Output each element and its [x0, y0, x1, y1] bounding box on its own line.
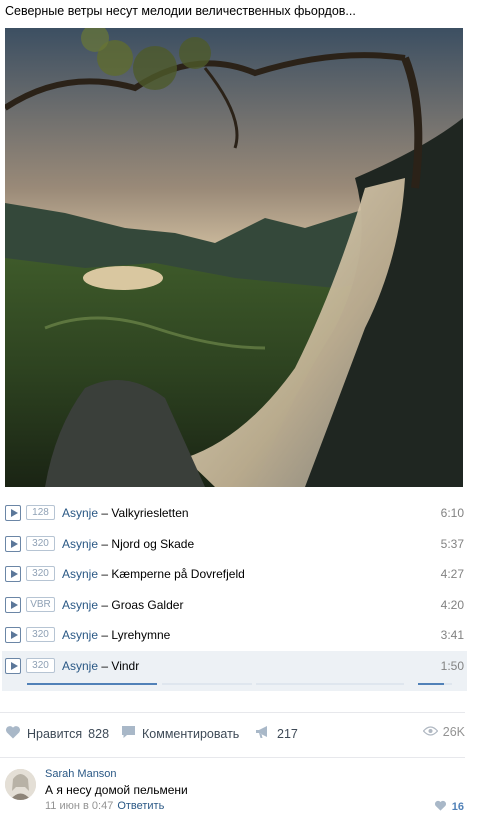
divider: [0, 757, 465, 758]
separator: –: [101, 506, 109, 520]
track-row[interactable]: VBR Asynje – Groas Galder 4:20: [0, 590, 485, 621]
track-row[interactable]: 320 Asynje – Njord og Skade 5:37: [0, 529, 485, 560]
track-duration: 4:27: [440, 567, 464, 581]
comment-date[interactable]: 11 июн в 0:47: [45, 800, 113, 812]
track-title[interactable]: Asynje – Lyrehymne: [62, 628, 170, 642]
quality-badge: 320: [26, 535, 55, 551]
play-icon[interactable]: [5, 657, 21, 674]
audio-playlist: 128 Asynje – Valkyriesletten 6:10 320 As…: [0, 498, 485, 691]
play-icon[interactable]: [5, 627, 21, 643]
playback-remaining[interactable]: [256, 682, 404, 685]
quality-badge: 320: [26, 566, 55, 581]
share-button[interactable]: 217: [255, 725, 298, 742]
comment-text: А я несу домой пельмени: [45, 783, 188, 797]
landscape-image: [5, 28, 463, 487]
volume-slider[interactable]: [418, 682, 444, 685]
track-title[interactable]: Asynje – Valkyriesletten: [62, 506, 189, 520]
track-artist[interactable]: Asynje: [62, 567, 98, 581]
post-photo[interactable]: [5, 28, 463, 487]
separator: –: [101, 628, 109, 642]
track-duration: 5:37: [440, 536, 464, 551]
divider: [0, 712, 465, 713]
comment-like-button[interactable]: 16: [429, 800, 464, 814]
comment: Sarah Manson А я несу домой пельмени 11 …: [0, 764, 485, 820]
playback-progress[interactable]: [27, 682, 157, 685]
track-name[interactable]: Lyrehymne: [111, 628, 170, 642]
like-button[interactable]: Нравится 828: [5, 725, 109, 742]
track-row[interactable]: 320 Asynje – Lyrehymne 3:41: [0, 620, 485, 651]
views-counter: 26K: [422, 725, 465, 739]
playback-buffer[interactable]: [162, 682, 252, 685]
track-row[interactable]: 320 Asynje – Kæmperne på Dovrefjeld 4:27: [0, 559, 485, 590]
play-icon[interactable]: [5, 596, 21, 613]
play-icon[interactable]: [5, 566, 21, 582]
track-name[interactable]: Kæmperne på Dovrefjeld: [111, 567, 244, 581]
heart-icon: [434, 800, 447, 814]
track-duration: 6:10: [440, 506, 464, 520]
track-title[interactable]: Asynje – Groas Galder: [62, 598, 183, 612]
avatar[interactable]: [5, 769, 36, 800]
quality-badge: 320: [26, 627, 55, 642]
track-artist[interactable]: Asynje: [62, 506, 98, 520]
track-artist[interactable]: Asynje: [62, 537, 98, 551]
play-icon[interactable]: [5, 505, 21, 521]
post-actions: Нравится 828 Комментировать 217 26K: [0, 722, 485, 746]
comment-like-count: 16: [451, 801, 464, 813]
comment-meta: 11 июн в 0:47 Ответить: [45, 800, 164, 812]
track-artist[interactable]: Asynje: [62, 598, 98, 612]
eye-icon: [422, 725, 439, 739]
track-name[interactable]: Vindr: [111, 659, 139, 673]
track-artist[interactable]: Asynje: [62, 628, 98, 642]
like-label: Нравится: [27, 726, 83, 741]
track-name[interactable]: Valkyriesletten: [111, 506, 188, 520]
track-duration: 1:50: [440, 658, 464, 673]
comment-author[interactable]: Sarah Manson: [45, 768, 117, 780]
track-title[interactable]: Asynje – Njord og Skade: [62, 537, 194, 551]
quality-badge: 128: [26, 505, 55, 520]
separator: –: [101, 567, 109, 581]
track-artist[interactable]: Asynje: [62, 659, 98, 673]
post-text: Северные ветры несут мелодии величествен…: [5, 4, 356, 18]
separator: –: [101, 536, 109, 551]
volume-remaining[interactable]: [444, 682, 452, 685]
comment-button[interactable]: Комментировать: [121, 725, 239, 742]
quality-badge: VBR: [26, 596, 55, 612]
separator: –: [101, 597, 109, 612]
track-name[interactable]: Groas Galder: [111, 598, 183, 612]
like-count: 828: [88, 726, 110, 741]
megaphone-icon: [255, 725, 271, 742]
track-title[interactable]: Asynje – Vindr: [62, 659, 139, 673]
play-icon[interactable]: [5, 535, 21, 552]
share-count: 217: [277, 726, 298, 741]
comment-label: Комментировать: [142, 726, 240, 741]
separator: –: [101, 658, 109, 673]
quality-badge: 320: [26, 657, 55, 673]
comment-icon: [121, 725, 136, 742]
track-name[interactable]: Njord og Skade: [111, 537, 194, 551]
track-title[interactable]: Asynje – Kæmperne på Dovrefjeld: [62, 567, 245, 581]
heart-icon: [5, 725, 21, 742]
reply-link[interactable]: Ответить: [117, 800, 164, 812]
track-row[interactable]: 128 Asynje – Valkyriesletten 6:10: [0, 498, 485, 529]
track-duration: 4:20: [440, 597, 464, 612]
track-row-active[interactable]: 320 Asynje – Vindr 1:50: [2, 650, 467, 691]
track-duration: 3:41: [440, 628, 464, 642]
views-count: 26K: [442, 725, 465, 739]
